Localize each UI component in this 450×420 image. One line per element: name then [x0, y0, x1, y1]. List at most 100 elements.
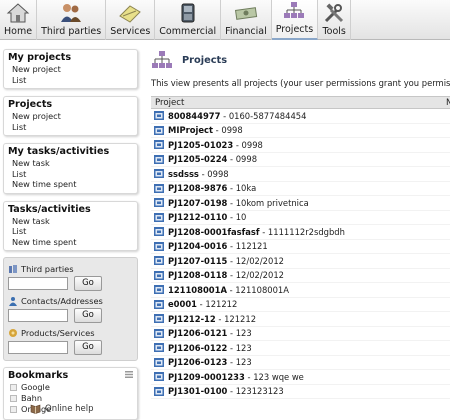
project-title: 121108001A [235, 284, 289, 295]
table-row[interactable]: PJ1209-0001233 - 123 wqe we [151, 370, 450, 385]
tasks-new-time-link[interactable]: New time spent [8, 237, 133, 248]
my-tasks-new-task-link[interactable]: New task [8, 158, 133, 169]
products-search-input[interactable] [8, 341, 68, 354]
table-row[interactable]: 800844977 - 0160-5877484454 [151, 109, 450, 124]
project-ref-link[interactable]: PJ1208-0001fasfasf [168, 227, 260, 237]
products-go-button[interactable]: Go [74, 340, 102, 355]
third-parties-search-input[interactable] [8, 277, 68, 290]
my-tasks-list-link[interactable]: List [8, 169, 133, 180]
table-row[interactable]: PJ1208-9876 - 10ka [151, 182, 450, 196]
page-title: Projects [182, 54, 228, 66]
contacts-search-input[interactable] [8, 309, 68, 322]
table-header: Project N [151, 96, 450, 109]
menu-projects[interactable]: Projects [271, 0, 319, 40]
project-ref-link[interactable]: PJ1207-0115 [168, 256, 227, 266]
project-separator: - [227, 255, 236, 266]
my-projects-list-link[interactable]: List [8, 75, 133, 86]
my-projects-title[interactable]: My projects [8, 52, 133, 64]
project-ref-link[interactable]: PJ1212-12 [168, 314, 216, 324]
table-row[interactable]: PJ1212-0110 - 10 [151, 211, 450, 225]
menu-services[interactable]: Services [106, 0, 156, 40]
table-row[interactable]: ssdsss - 0998 [151, 167, 450, 182]
third-parties-go-button[interactable]: Go [74, 276, 102, 291]
menu-third-parties-label: Third parties [41, 26, 102, 37]
project-ref-link[interactable]: PJ1206-0121 [168, 328, 227, 338]
project-separator: - [227, 342, 236, 353]
projects-new-project-link[interactable]: New project [8, 111, 133, 122]
project-ref-link[interactable]: PJ1301-0100 [168, 386, 227, 396]
bookmark-icon [10, 384, 17, 391]
projects-title[interactable]: Projects [8, 99, 133, 111]
column-header-project[interactable]: Project [155, 98, 184, 108]
project-ref-link[interactable]: PJ1212-0110 [168, 212, 227, 222]
my-tasks-new-time-link[interactable]: New time spent [8, 179, 133, 190]
bookmark-icon [10, 406, 17, 413]
table-row[interactable]: e0001 - 121212 [151, 298, 450, 312]
project-ref-link[interactable]: PJ1208-0118 [168, 270, 227, 280]
project-separator: - [227, 357, 236, 368]
my-projects-box: My projects New project List [3, 49, 138, 89]
tasks-title[interactable]: Tasks/activities [8, 204, 133, 216]
table-row[interactable]: 121108001A - 121108001A [151, 283, 450, 298]
table-row[interactable]: PJ1204-0016 - 112121 [151, 240, 450, 254]
menu-home[interactable]: Home [0, 0, 38, 40]
menu-financial[interactable]: Financial [221, 0, 272, 40]
table-row[interactable]: PJ1206-0122 - 123 [151, 341, 450, 356]
project-ref-link[interactable]: PJ1205-01023 [168, 140, 233, 150]
table-row[interactable]: PJ1301-0100 - 123123123 [151, 385, 450, 399]
menu-home-label: Home [4, 26, 33, 37]
project-ref-link[interactable]: PJ1204-0016 [168, 241, 227, 251]
my-tasks-title[interactable]: My tasks/activities [8, 146, 133, 158]
online-help-link[interactable]: Online help [30, 403, 94, 414]
table-row[interactable]: PJ1208-0001fasfasf - 1111112r2sdgbdh [151, 225, 450, 240]
table-row[interactable]: PJ1205-01023 - 0998 [151, 138, 450, 153]
table-row[interactable]: PJ1206-0123 - 123 [151, 356, 450, 370]
my-tasks-box: My tasks/activities New task List New ti… [3, 143, 138, 194]
menu-financial-label: Financial [225, 26, 267, 37]
menu-services-label: Services [110, 26, 151, 37]
my-projects-new-project-link[interactable]: New project [8, 64, 133, 75]
project-icon [154, 212, 164, 222]
project-ref-link[interactable]: 800844977 [168, 111, 220, 121]
project-ref-link[interactable]: PJ1206-0123 [168, 357, 227, 367]
project-separator: - [213, 125, 222, 136]
bookmarks-menu-icon[interactable] [125, 371, 133, 378]
table-row[interactable]: PJ1205-0224 - 0998 [151, 153, 450, 167]
project-ref-link[interactable]: PJ1207-0198 [168, 198, 227, 208]
project-ref-link[interactable]: PJ1209-0001233 [168, 372, 245, 382]
tasks-new-task-link[interactable]: New task [8, 216, 133, 227]
project-title: 10 [235, 212, 247, 223]
table-row[interactable]: PJ1206-0121 - 123 [151, 327, 450, 341]
project-ref-link[interactable]: e0001 [168, 299, 197, 309]
services-icon [119, 5, 142, 23]
table-row[interactable]: PJ1207-0198 - 10kom privetnica [151, 196, 450, 211]
table-row[interactable]: PJ1207-0115 - 12/02/2012 [151, 254, 450, 269]
projects-list-link[interactable]: List [8, 122, 133, 133]
project-separator: - [227, 328, 236, 339]
project-ref-link[interactable]: PJ1206-0122 [168, 343, 227, 353]
contacts-go-button[interactable]: Go [74, 308, 102, 323]
menu-third-parties[interactable]: Third parties [37, 0, 107, 40]
project-ref-link[interactable]: PJ1208-9876 [168, 183, 227, 193]
projects-icon [152, 51, 172, 68]
tasks-list-link[interactable]: List [8, 226, 133, 237]
project-title: 123 wqe we [253, 371, 304, 382]
project-separator: - [227, 386, 236, 397]
tasks-box: Tasks/activities New task List New time … [3, 200, 138, 251]
column-header-next[interactable]: N [446, 98, 450, 108]
project-ref-link[interactable]: MIProject [168, 125, 213, 135]
bookmark-google[interactable]: Google [8, 382, 133, 393]
project-title: 121212 [205, 299, 238, 310]
project-ref-link[interactable]: ssdsss [168, 169, 199, 179]
menu-tools[interactable]: Tools [318, 0, 352, 40]
project-ref-link[interactable]: PJ1205-0224 [168, 154, 227, 164]
project-ref-link[interactable]: 121108001A [168, 285, 227, 295]
project-title: 0998 [235, 154, 258, 165]
project-separator: - [227, 183, 236, 194]
project-title: 123123123 [235, 386, 284, 397]
table-row[interactable]: PJ1208-0118 - 12/02/2012 [151, 269, 450, 283]
contacts-search-label: Contacts/Addresses [8, 295, 133, 306]
menu-commercial[interactable]: Commercial [155, 0, 222, 40]
table-row[interactable]: MIProject - 0998 [151, 124, 450, 138]
table-row[interactable]: PJ1212-12 - 121212 [151, 312, 450, 327]
